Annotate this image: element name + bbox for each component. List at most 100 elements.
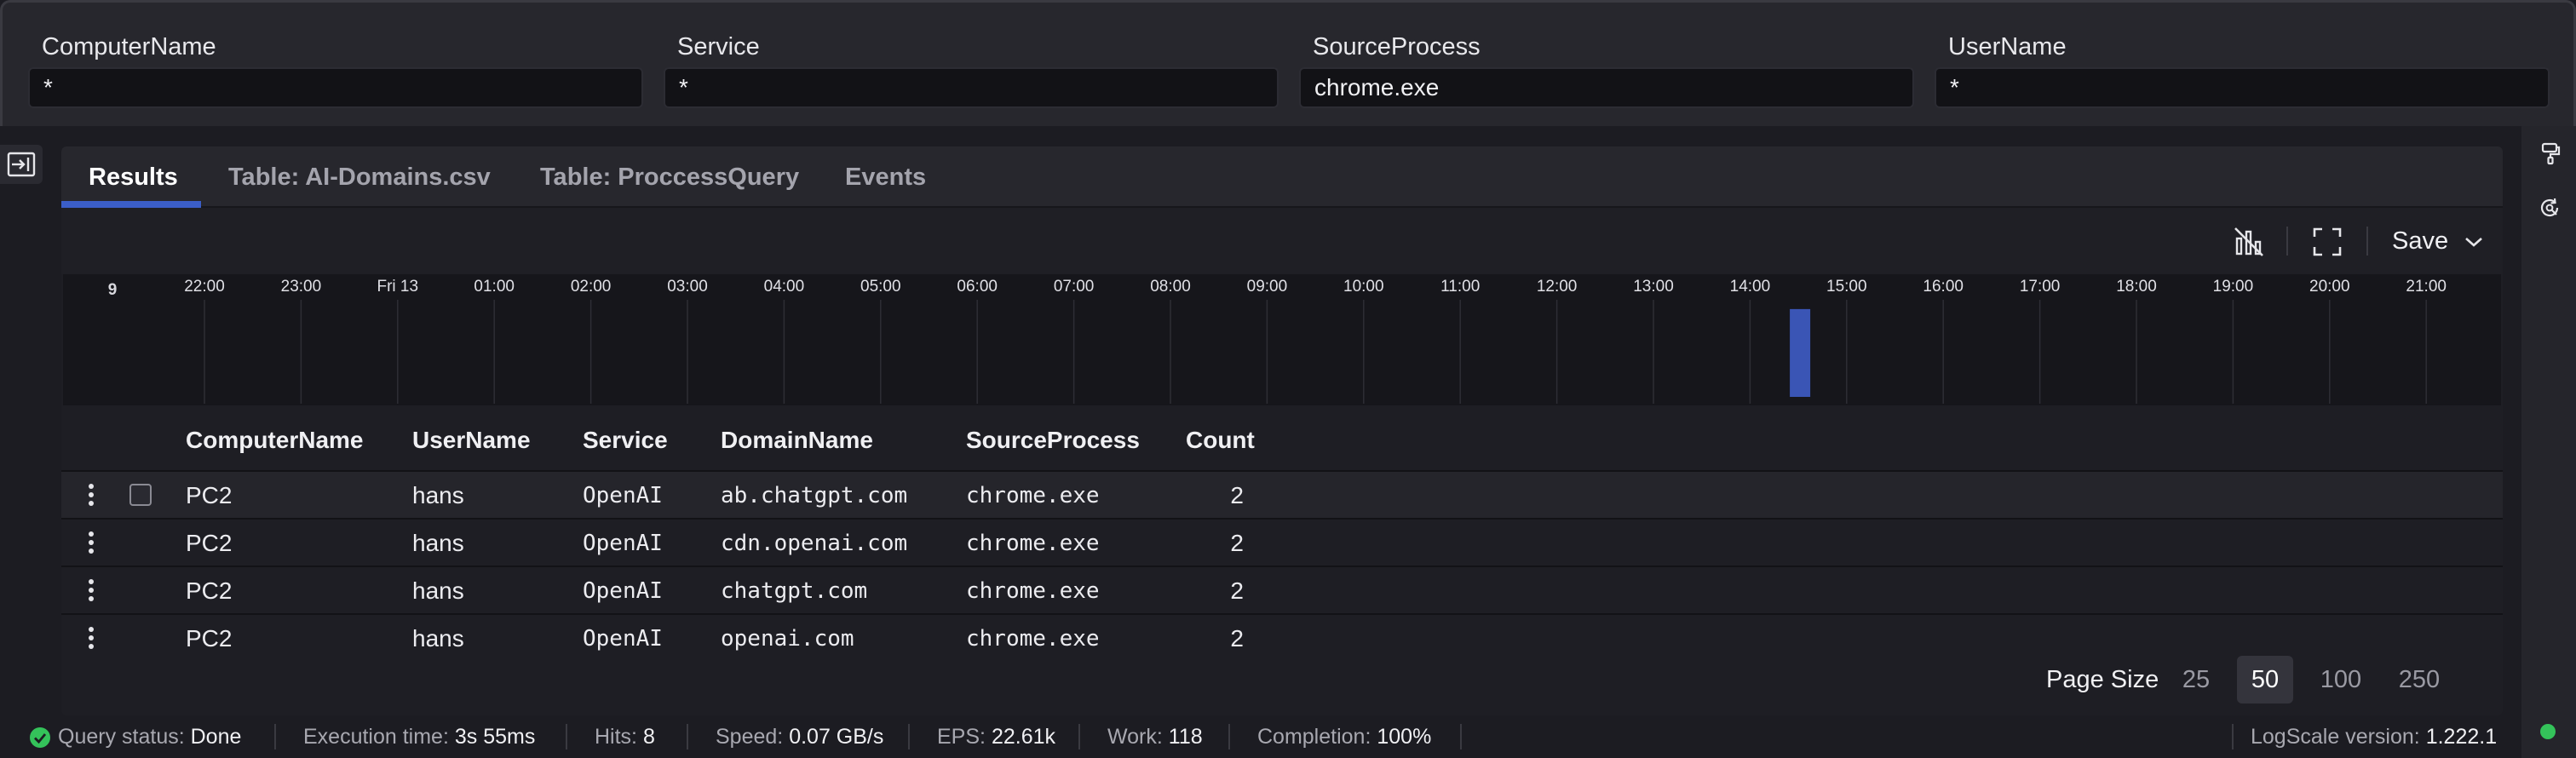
- param-label: Service: [677, 33, 760, 60]
- tab-ai-domains-csv[interactable]: Table: AI-Domains.csv: [228, 146, 491, 208]
- hide-chart-icon[interactable]: [2232, 225, 2266, 259]
- timeline-hour-label: 21:00: [2406, 278, 2447, 296]
- cell-domainname: chatgpt.com: [721, 578, 868, 604]
- cell-service: OpenAI: [583, 531, 663, 556]
- tab-proccessquery[interactable]: Table: ProccessQuery: [540, 146, 799, 208]
- table-row[interactable]: PC2 hans OpenAI ab.chatgpt.com chrome.exe 2: [61, 470, 2503, 518]
- speed: Speed: 0.07 GB/s: [716, 715, 883, 758]
- timeline-hour-label: 05:00: [860, 278, 901, 296]
- param-label: ComputerName: [42, 33, 216, 60]
- paint-brush-icon[interactable]: [2539, 141, 2562, 165]
- service-input[interactable]: *: [664, 67, 1279, 108]
- exec-label: Execution time:: [303, 725, 449, 749]
- timeline-hour-label: 15:00: [1826, 278, 1867, 296]
- timeline-hour-label: 07:00: [1054, 278, 1095, 296]
- cell-sourceprocess: chrome.exe: [966, 483, 1100, 508]
- row-menu-icon[interactable]: [87, 530, 95, 555]
- timeline-hour-label: 09:00: [1247, 278, 1288, 296]
- timeline-hour-label: 04:00: [764, 278, 805, 296]
- row-menu-icon[interactable]: [87, 577, 95, 603]
- version-value: 1.222.1: [2425, 725, 2498, 749]
- timeline-hour-label: 06:00: [957, 278, 998, 296]
- computername-input[interactable]: *: [28, 67, 643, 108]
- cell-domainname: ab.chatgpt.com: [721, 483, 908, 508]
- execution-time: Execution time: 3s 55ms: [303, 715, 535, 758]
- cell-computername: PC2: [186, 530, 233, 556]
- column-header-count[interactable]: Count: [1186, 411, 1255, 470]
- cell-service: OpenAI: [583, 483, 663, 508]
- logscale-version: LogScale version: 1.222.1: [2251, 715, 2497, 758]
- page-size-250[interactable]: 250: [2385, 656, 2453, 703]
- param-label: UserName: [1948, 33, 2067, 60]
- timeline-bar[interactable]: [1790, 308, 1811, 397]
- status-divider: [1228, 724, 1230, 749]
- right-rail: [2521, 126, 2576, 758]
- column-header-service[interactable]: Service: [583, 411, 668, 470]
- page-size-label: Page Size: [2046, 666, 2159, 693]
- cell-sourceprocess: chrome.exe: [966, 531, 1100, 556]
- timeline-hour-label: 16:00: [1923, 278, 1964, 296]
- page-size-100[interactable]: 100: [2307, 656, 2375, 703]
- page-size-50[interactable]: 50: [2237, 656, 2293, 703]
- eps: EPS: 22.61k: [937, 715, 1055, 758]
- username-input[interactable]: *: [1935, 67, 2550, 108]
- timeline-hour-label: 20:00: [2309, 278, 2350, 296]
- save-button[interactable]: Save: [2392, 223, 2484, 259]
- table-header-row: ComputerName UserName Service DomainName Sou…: [61, 411, 2503, 470]
- row-select-checkbox[interactable]: [129, 484, 152, 506]
- timeline-hour-label: 13:00: [1633, 278, 1674, 296]
- left-rail: [0, 126, 61, 715]
- status-divider: [566, 724, 567, 749]
- timeline-hour-label: 18:00: [2116, 278, 2157, 296]
- param-service: Service *: [664, 30, 1279, 108]
- timeline-y-max-label: 9: [108, 281, 118, 299]
- param-label: SourceProcess: [1313, 33, 1481, 60]
- reset-search-icon[interactable]: [2539, 196, 2562, 220]
- query-parameters-bar: ComputerName * Service * SourceProcess c…: [0, 0, 2576, 126]
- results-toolbar: Save: [61, 208, 2503, 274]
- cell-computername: PC2: [186, 482, 233, 508]
- timeline-hour-label: 22:00: [184, 278, 225, 296]
- table-row[interactable]: PC2 hans OpenAI cdn.openai.com chrome.exe 2: [61, 518, 2503, 566]
- fullscreen-icon[interactable]: [2310, 225, 2344, 259]
- pagination: Page Size 25 50 100 250: [61, 656, 2503, 703]
- param-sourceprocess: SourceProcess chrome.exe: [1299, 30, 1914, 108]
- timeline-hour-label: Fri 13: [377, 278, 419, 296]
- status-bar: Query status: Done Execution time: 3s 55…: [0, 715, 2521, 758]
- timeline-svg: 9 22:00 23:00 Fri 13 01:00 02:00 03:00 04:00 05:…: [108, 278, 2447, 404]
- row-menu-icon[interactable]: [87, 482, 95, 508]
- active-tab-indicator: [61, 201, 201, 208]
- completion: Completion: 100%: [1257, 715, 1431, 758]
- column-header-sourceprocess[interactable]: SourceProcess: [966, 411, 1140, 470]
- tab-events[interactable]: Events: [845, 146, 926, 208]
- hits: Hits: 8: [595, 715, 655, 758]
- query-status-value: Done: [190, 725, 242, 749]
- timeline-hour-label: 10:00: [1343, 278, 1384, 296]
- tab-results[interactable]: Results: [89, 146, 178, 208]
- timeline-hour-label: 14:00: [1730, 278, 1771, 296]
- cell-computername: PC2: [186, 577, 233, 604]
- table-row[interactable]: PC2 hans OpenAI openai.com chrome.exe 2: [61, 613, 2503, 661]
- cell-count: 2: [1230, 482, 1244, 508]
- cell-username: hans: [412, 530, 464, 556]
- sourceprocess-input[interactable]: chrome.exe: [1299, 67, 1914, 108]
- cell-service: OpenAI: [583, 578, 663, 604]
- toolbar-divider: [2286, 227, 2288, 256]
- cell-username: hans: [412, 577, 464, 604]
- column-header-username[interactable]: UserName: [412, 411, 531, 470]
- check-circle-icon: [30, 727, 50, 749]
- column-header-computername[interactable]: ComputerName: [186, 411, 363, 470]
- timeline-hour-label: 11:00: [1440, 278, 1480, 296]
- status-divider: [908, 724, 910, 749]
- results-tabs: Results Table: AI-Domains.csv Table: Pro…: [61, 146, 2503, 208]
- expand-sidebar-button[interactable]: [0, 145, 43, 184]
- row-menu-icon[interactable]: [87, 625, 95, 651]
- save-label: Save: [2392, 227, 2449, 255]
- speed-label: Speed:: [716, 725, 784, 749]
- page-size-25[interactable]: 25: [2171, 656, 2222, 703]
- event-timeline-chart[interactable]: 9 22:00 23:00 Fri 13 01:00 02:00 03:00 04:00 05:…: [63, 274, 2501, 405]
- table-row[interactable]: PC2 hans OpenAI chatgpt.com chrome.exe 2: [61, 566, 2503, 613]
- eps-value: 22.61k: [991, 725, 1055, 749]
- timeline-hour-label: 12:00: [1537, 278, 1578, 296]
- column-header-domainname[interactable]: DomainName: [721, 411, 873, 470]
